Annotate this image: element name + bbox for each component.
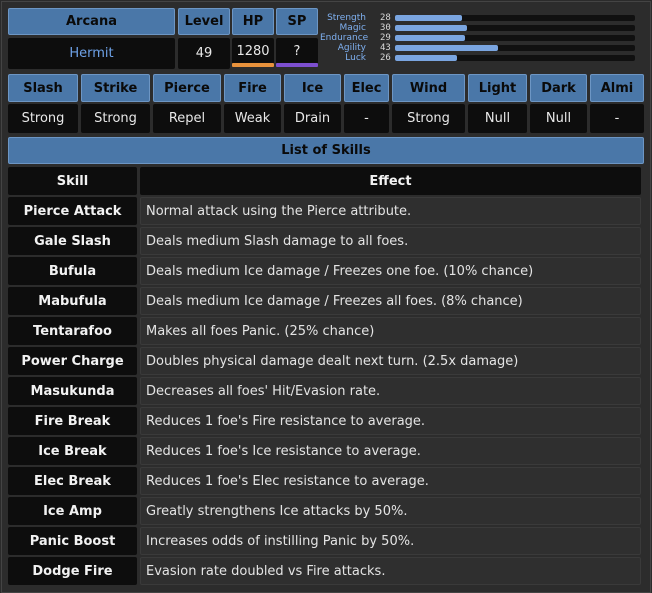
res-value-almi: -	[590, 104, 644, 133]
skill-name: Ice Break	[8, 437, 137, 465]
skill-name: Ice Amp	[8, 497, 137, 525]
stat-label-magic: Magic	[339, 23, 366, 33]
res-value-dark: Null	[530, 104, 587, 133]
skill-name: Gale Slash	[8, 227, 137, 255]
level-header: Level	[178, 8, 230, 35]
skill-column-header: Skill	[8, 167, 137, 195]
skill-name: Masukunda	[8, 377, 137, 405]
skill-effect: Evasion rate doubled vs Fire attacks.	[140, 557, 641, 585]
stat-value-strength: 28	[380, 13, 391, 23]
skill-name: Dodge Fire	[8, 557, 137, 585]
stat-label-strength: Strength	[327, 13, 366, 23]
stat-bar-agility	[395, 45, 635, 51]
stat-bar-strength	[395, 15, 635, 21]
stat-fill	[395, 15, 463, 21]
arcana-value: Hermit	[8, 38, 175, 69]
skill-name: Pierce Attack	[8, 197, 137, 225]
stat-bar-endurance	[395, 35, 635, 41]
res-value-elec: -	[344, 104, 389, 133]
res-header-dark: Dark	[530, 74, 587, 102]
skill-effect: Deals medium Ice damage / Freezes one fo…	[140, 257, 641, 285]
skill-effect: Greatly strengthens Ice attacks by 50%.	[140, 497, 641, 525]
res-header-wind: Wind	[392, 74, 465, 102]
res-value-light: Null	[468, 104, 527, 133]
arcana-header: Arcana	[8, 8, 175, 35]
stat-fill	[395, 45, 499, 51]
skill-name: Mabufula	[8, 287, 137, 315]
stat-value-endurance: 29	[380, 33, 391, 43]
skill-effect: Reduces 1 foe's Ice resistance to averag…	[140, 437, 641, 465]
res-value-wind: Strong	[392, 104, 465, 133]
skill-effect: Reduces 1 foe's Elec resistance to avera…	[140, 467, 641, 495]
stat-bar-magic	[395, 25, 635, 31]
res-header-ice: Ice	[284, 74, 341, 102]
res-value-ice: Drain	[284, 104, 341, 133]
skill-name: Tentarafoo	[8, 317, 137, 345]
skill-name: Panic Boost	[8, 527, 137, 555]
stat-fill	[395, 25, 467, 31]
stat-label-endurance: Endurance	[320, 33, 369, 43]
skill-effect: Reduces 1 foe's Fire resistance to avera…	[140, 407, 641, 435]
res-value-strike: Strong	[81, 104, 150, 133]
stat-value-agility: 43	[380, 43, 391, 53]
res-header-strike: Strike	[81, 74, 150, 102]
res-value-slash: Strong	[8, 104, 78, 133]
sp-header: SP	[276, 8, 318, 35]
skill-effect: Increases odds of instilling Panic by 50…	[140, 527, 641, 555]
stat-label-agility: Agility	[337, 43, 366, 53]
skill-effect: Normal attack using the Pierce attribute…	[140, 197, 641, 225]
res-header-pierce: Pierce	[153, 74, 221, 102]
res-value-pierce: Repel	[153, 104, 221, 133]
res-header-fire: Fire	[224, 74, 281, 102]
sp-value: ?	[276, 38, 318, 65]
hp-value: 1280	[232, 38, 274, 65]
stat-value-luck: 26	[380, 53, 391, 63]
res-header-slash: Slash	[8, 74, 78, 102]
skill-name: Elec Break	[8, 467, 137, 495]
effect-column-header: Effect	[140, 167, 641, 195]
skill-effect: Makes all foes Panic. (25% chance)	[140, 317, 641, 345]
res-header-elec: Elec	[344, 74, 389, 102]
stat-label-luck: Luck	[345, 53, 366, 63]
skill-name: Fire Break	[8, 407, 137, 435]
stat-fill	[395, 35, 465, 41]
skills-title: List of Skills	[8, 137, 644, 164]
res-value-fire: Weak	[224, 104, 281, 133]
skill-effect: Decreases all foes' Hit/Evasion rate.	[140, 377, 641, 405]
sp-bar	[276, 63, 318, 67]
level-value: 49	[178, 38, 230, 69]
stat-value-magic: 30	[380, 23, 391, 33]
stat-fill	[395, 55, 458, 61]
skill-effect: Deals medium Slash damage to all foes.	[140, 227, 641, 255]
hp-header: HP	[232, 8, 274, 35]
res-header-light: Light	[468, 74, 527, 102]
res-header-almi: Almi	[590, 74, 644, 102]
skill-name: Power Charge	[8, 347, 137, 375]
stat-bar-luck	[395, 55, 635, 61]
skill-name: Bufula	[8, 257, 137, 285]
hp-bar	[232, 63, 274, 67]
skill-effect: Doubles physical damage dealt next turn.…	[140, 347, 641, 375]
skill-effect: Deals medium Ice damage / Freezes all fo…	[140, 287, 641, 315]
